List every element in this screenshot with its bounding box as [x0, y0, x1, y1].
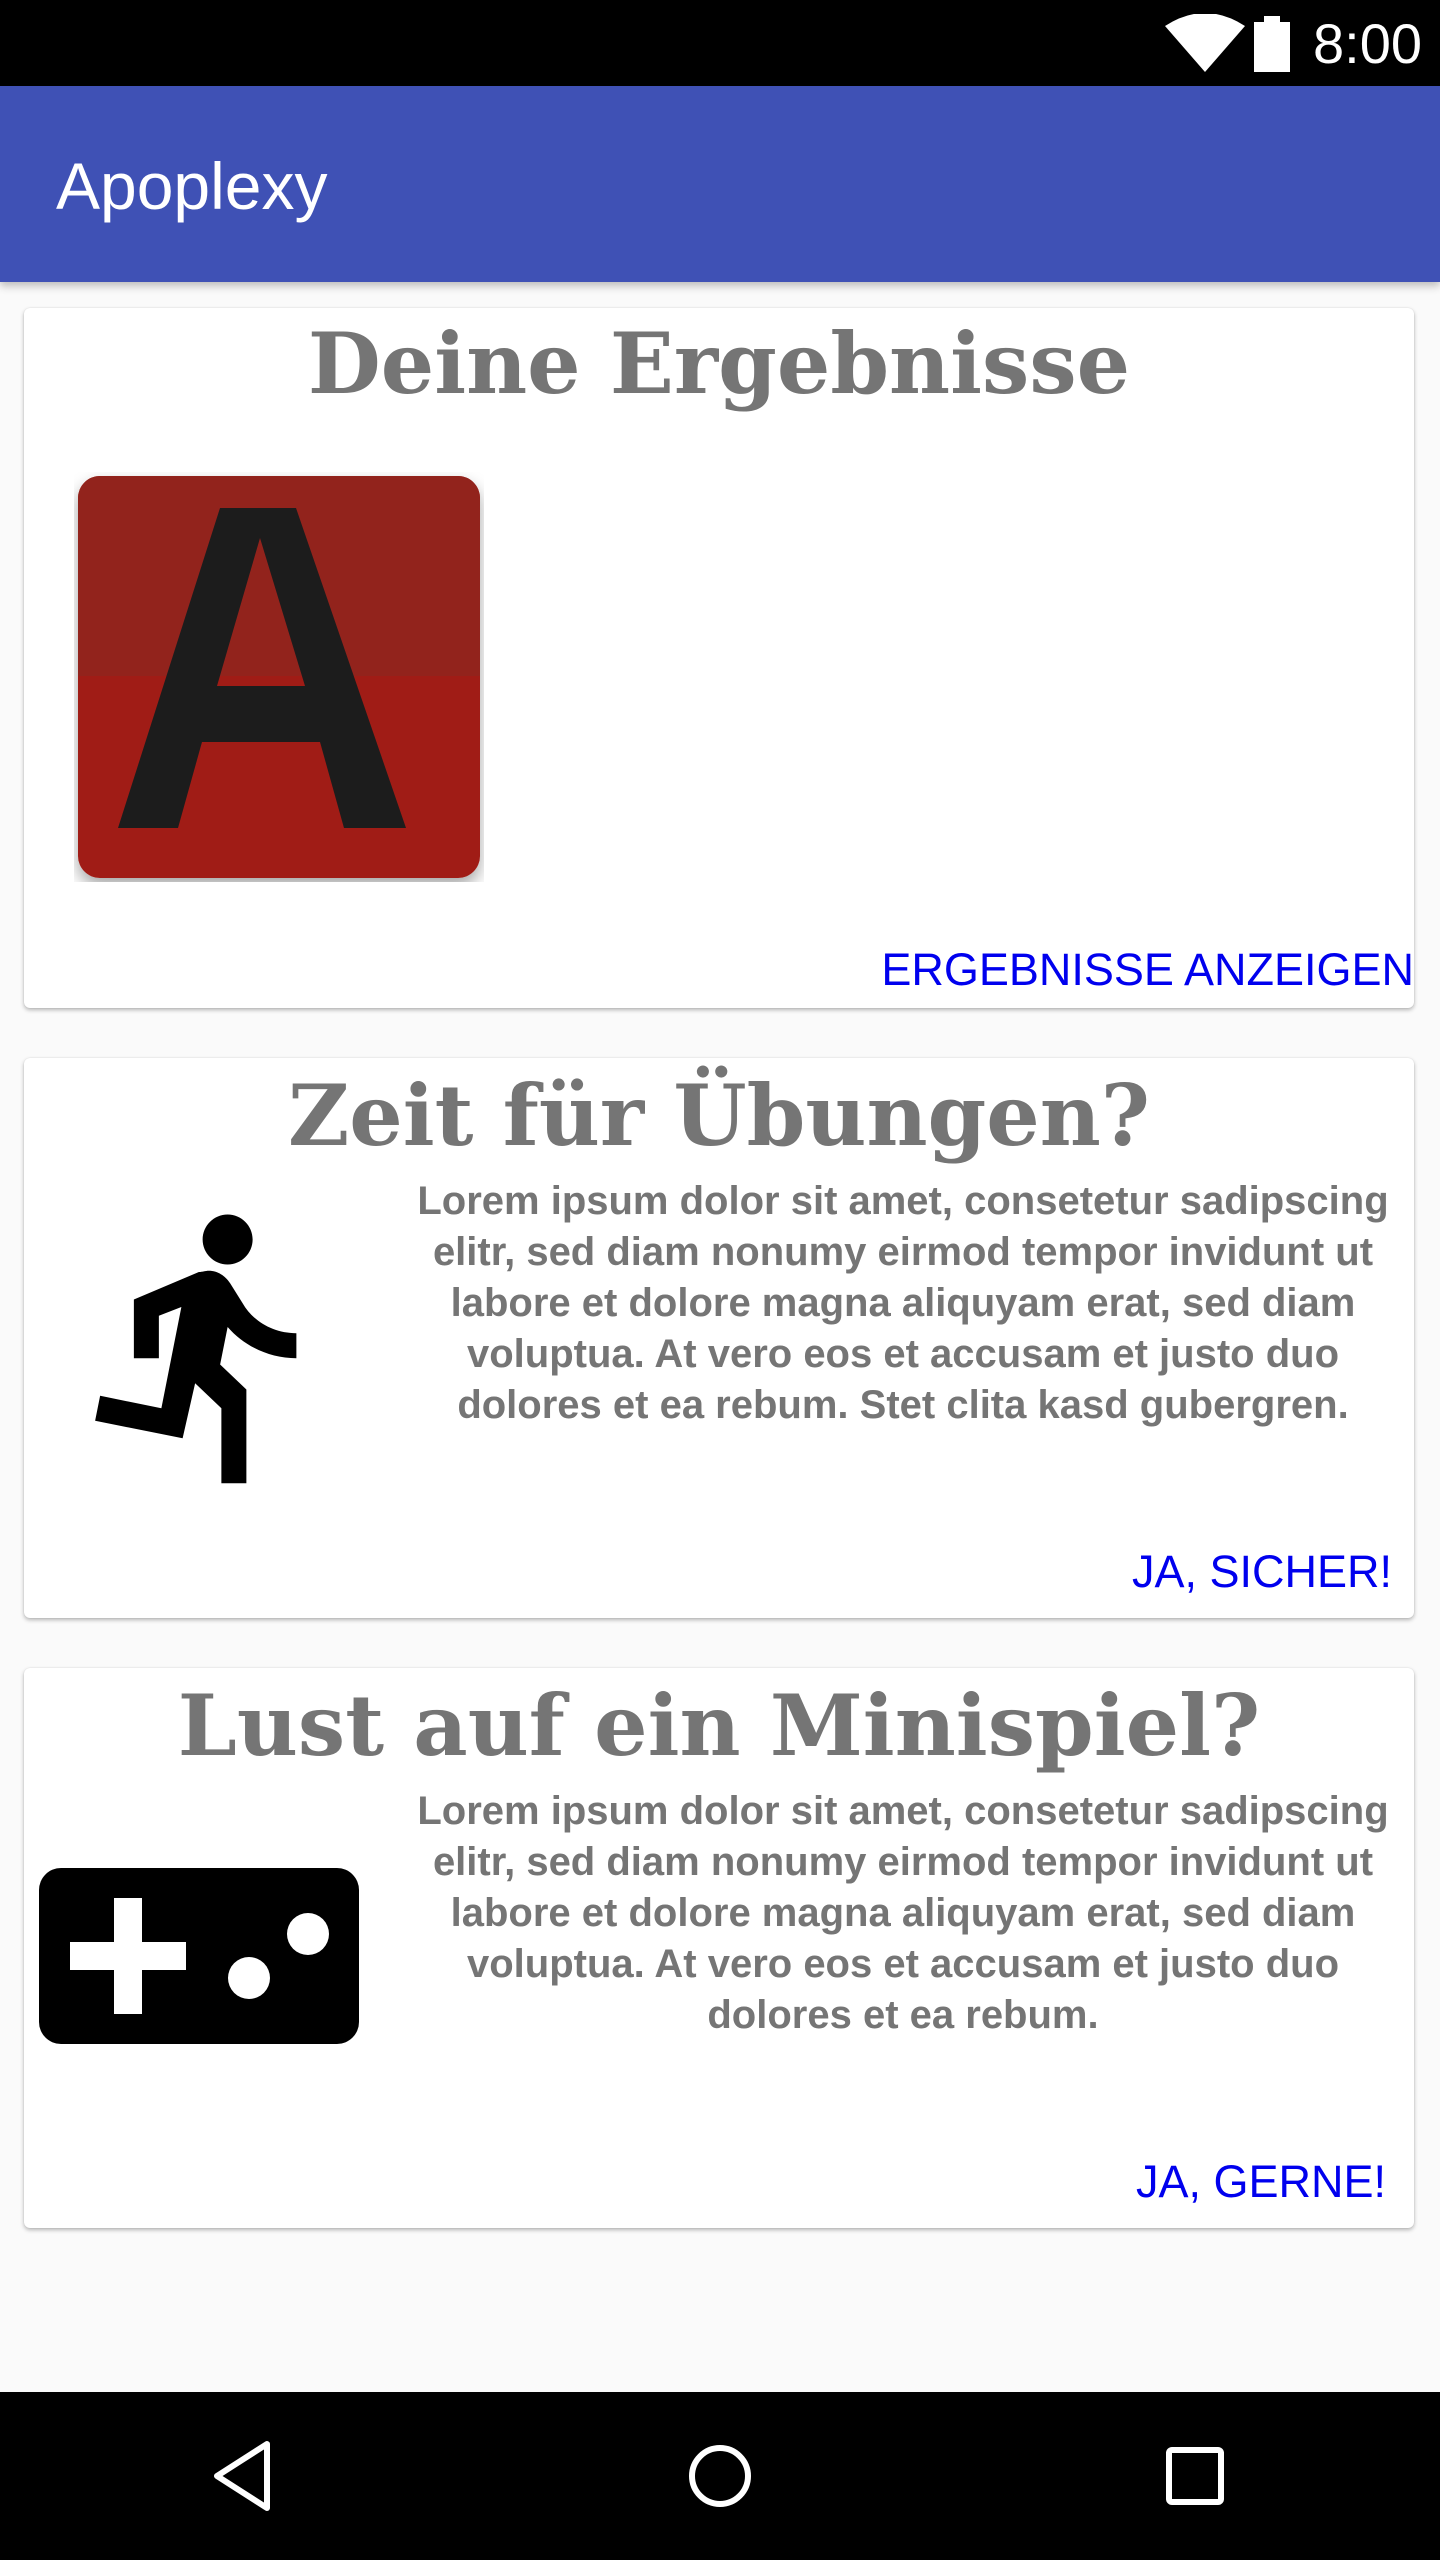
- status-bar: 8:00: [0, 0, 1440, 86]
- minigame-card: Lust auf ein Minispiel? Lorem ipsum dolo…: [24, 1668, 1414, 2228]
- card-body-text: Lorem ipsum dolor sit amet, consetetur s…: [417, 1789, 1389, 2037]
- navigation-bar: [0, 2392, 1440, 2560]
- home-icon[interactable]: [680, 2436, 760, 2516]
- card-title: Lust auf ein Minispiel?: [177, 1676, 1261, 1775]
- recents-icon[interactable]: [1155, 2436, 1235, 2516]
- clock: 8:00: [1313, 12, 1422, 75]
- show-results-button[interactable]: ERGEBNISSE ANZEIGEN: [881, 944, 1414, 996]
- battery-icon: [1254, 16, 1290, 72]
- minigame-confirm-button[interactable]: JA, GERNE!: [1136, 2156, 1386, 2208]
- results-card: Deine Ergebnisse ERGEBNISSE ANZEIGEN: [24, 308, 1414, 1008]
- app-bar: Apoplexy: [0, 86, 1440, 282]
- card-body-text: Lorem ipsum dolor sit amet, consetetur s…: [417, 1179, 1389, 1427]
- app-title: Apoplexy: [56, 149, 328, 223]
- card-title: Zeit für Übungen?: [287, 1066, 1151, 1165]
- app-logo-icon: [78, 476, 480, 878]
- exercise-confirm-button[interactable]: JA, SICHER!: [1132, 1546, 1392, 1598]
- exercise-card: Zeit für Übungen? Lorem ipsum dolor sit …: [24, 1058, 1414, 1618]
- running-person-icon: [95, 1214, 297, 1484]
- gamepad-icon: [39, 1868, 359, 2044]
- card-title: Deine Ergebnisse: [307, 314, 1131, 413]
- wifi-icon: [1165, 14, 1245, 72]
- back-icon[interactable]: [205, 2436, 285, 2516]
